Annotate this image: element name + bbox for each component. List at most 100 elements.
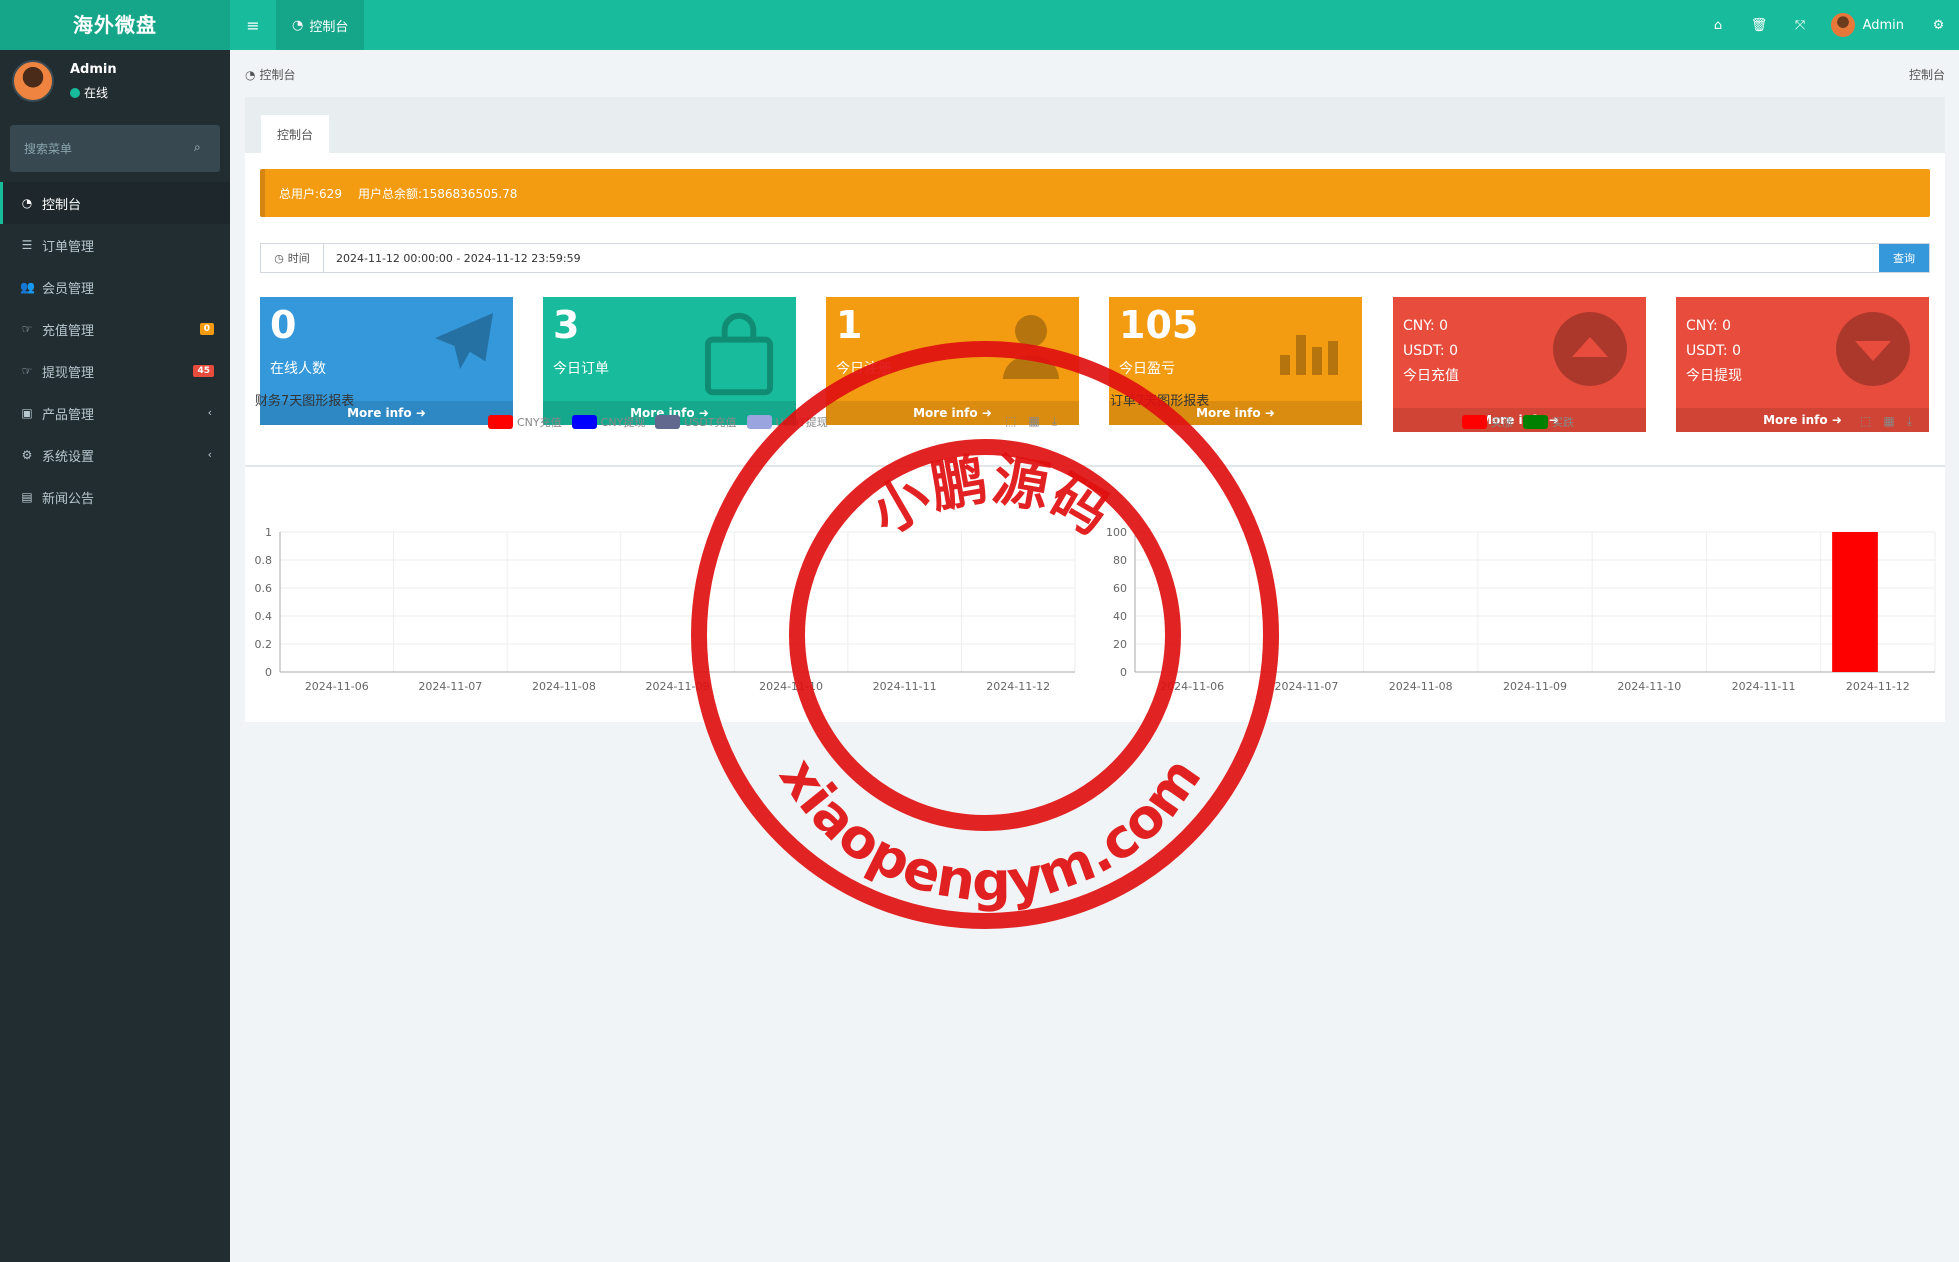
clear-cache-button[interactable]: 🗑 [1739,0,1780,50]
status-text: 在线 [84,86,109,100]
legend-item[interactable]: CNY提现 [571,414,645,430]
grid-view-icon[interactable]: ▦ [1883,414,1894,429]
legend-item[interactable]: 买涨 [1462,414,1513,430]
x-tick-label: 2024-11-08 [1389,680,1453,693]
bar [1832,532,1878,672]
list-icon: ☰ [21,238,33,252]
trash-icon: 🗑 [1750,17,1768,33]
stat-today-registrations: 1 今日注册 More info ➜ [826,297,1079,425]
dashboard-icon: ◔ [21,196,33,210]
home-button[interactable]: ⌂ [1698,0,1739,50]
legend-label: USDT提现 [775,416,828,429]
legend-label: 买跌 [1552,416,1574,429]
download-icon[interactable]: ⤓ [1907,414,1912,429]
sidebar-item-products[interactable]: ▣ 产品管理 ‹ [0,392,230,434]
withdraw-count-badge: 45 [193,365,214,377]
app-logo[interactable]: 海外微盘 [0,0,230,50]
x-tick-label: 2024-11-10 [1617,680,1681,693]
sidebar-item-members[interactable]: 👥 会员管理 [0,266,230,308]
legend-item[interactable]: USDT充值 [655,414,737,430]
y-tick-label: 20 [1113,638,1127,651]
user-menu[interactable]: Admin [1821,0,1918,50]
finance-chart-toolbox: ⬚ ▦ ⤓ [1005,414,1057,429]
fullscreen-button[interactable]: ⤧ [1780,0,1821,50]
user-icon [1003,315,1059,379]
stat-lines: CNY: 0 USDT: 0 今日充值 [1403,314,1459,389]
legend-swatch [1523,415,1548,429]
panel-tab-bar: 控制台 [245,97,1945,153]
menu-toggle-button[interactable]: ≡ [230,0,276,50]
settings-button[interactable]: ⚙ [1918,0,1959,50]
sidebar-item-withdraw[interactable]: ☞ 提现管理 45 [0,350,230,392]
download-icon[interactable]: ⤓ [1052,414,1057,429]
user-name: Admin [1862,17,1904,33]
top-right-tools: ⌂ 🗑 ⤧ Admin ⚙ [1698,0,1959,50]
x-tick-label: 2024-11-09 [646,680,710,693]
sidebar-item-dashboard[interactable]: ◔ 控制台 [0,182,230,224]
legend-swatch [571,415,597,429]
grid-view-icon[interactable]: ▦ [1028,414,1039,429]
bar-chart-icon [1280,335,1338,375]
sidebar-item-label: 充值管理 [42,323,95,339]
total-users-text: 总用户:629 [279,186,342,201]
x-tick-label: 2024-11-08 [532,680,596,693]
y-tick-label: 100 [1106,526,1127,539]
sidebar-item-label: 控制台 [42,197,82,213]
y-tick-label: 40 [1113,610,1127,623]
search-input[interactable] [10,125,190,172]
breadcrumb-right: 控制台 [1908,68,1945,82]
sidebar-item-label: 会员管理 [42,281,95,297]
sidebar-item-label: 订单管理 [42,239,95,255]
x-tick-label: 2024-11-11 [1732,680,1796,693]
x-tick-label: 2024-11-11 [873,680,937,693]
sidebar-item-recharge[interactable]: ☞ 充值管理 0 [0,308,230,350]
search-icon[interactable]: ⌕ [194,140,210,156]
home-icon: ⌂ [1713,17,1723,33]
date-range-input[interactable] [324,244,1879,272]
legend-item[interactable]: CNY充值 [488,414,562,430]
expand-icon: ⤧ [1794,17,1806,33]
stat-today-withdraw: CNY: 0 USDT: 0 今日提现 More info ➜ [1676,297,1929,432]
stat-cny: CNY: 0 [1403,318,1449,334]
legend-swatch [488,415,513,429]
newspaper-icon: ▤ [21,490,33,504]
sidebar-item-settings[interactable]: ⚙ 系统设置 ‹ [0,434,230,476]
stamp-bottom-text: xiaopengym.com [767,746,1213,913]
avatar [1830,13,1855,37]
data-view-icon[interactable]: ⬚ [1005,414,1016,429]
stat-today-orders: 3 今日订单 More info ➜ [543,297,796,425]
data-view-icon[interactable]: ⬚ [1860,414,1871,429]
breadcrumb-current: 控制台 [259,68,296,82]
arrow-circle-down-icon [1836,312,1910,386]
legend-item[interactable]: USDT提现 [746,414,828,430]
clock-icon: ◷ [274,251,284,265]
y-tick-label: 60 [1113,582,1127,595]
sidebar-item-news[interactable]: ▤ 新闻公告 [0,476,230,518]
tab-dashboard[interactable]: 控制台 [261,113,330,153]
y-tick-label: 0 [1120,666,1127,679]
summary-alert: 总用户:629 用户总余额:1586836505.78 [260,169,1930,217]
stat-label: 今日注册 [836,361,892,377]
legend-swatch [746,415,772,429]
finance-chart-legend: CNY充值 CNY提现 USDT充值 USDT提现 [488,414,828,430]
sidebar-item-orders[interactable]: ☰ 订单管理 [0,224,230,266]
stat-label: 今日盈亏 [1119,361,1175,377]
sidebar-menu: ◔ 控制台 ☰ 订单管理 👥 会员管理 ☞ 充值管理 0 ☞ 提现管理 45 ▣… [0,182,230,518]
top-tab-dashboard[interactable]: ◔ 控制台 [276,0,365,50]
stat-usdt: USDT: 0 [1686,343,1742,359]
total-balance-text: 用户总余额:1586836505.78 [357,186,518,201]
y-tick-label: 0.6 [255,582,272,595]
query-button[interactable]: 查询 [1879,244,1929,272]
stat-value: 1 [836,303,863,347]
x-tick-label: 2024-11-12 [1846,680,1910,693]
sidebar: Admin 在线 ⌕ ◔ 控制台 ☰ 订单管理 👥 会员管理 ☞ 充值管理 0 … [0,50,230,1262]
legend-swatch [1462,415,1487,429]
legend-item[interactable]: 买跌 [1523,414,1574,430]
x-tick-label: 2024-11-07 [1274,680,1338,693]
stat-label: 今日提现 [1686,368,1742,384]
stat-value: 105 [1119,303,1199,347]
time-filter: ◷ 时间 查询 [260,243,1930,273]
users-icon: 👥 [20,280,35,294]
sidebar-item-label: 新闻公告 [42,491,95,507]
order-chart-legend: 买涨 买跌 [1462,414,1574,430]
